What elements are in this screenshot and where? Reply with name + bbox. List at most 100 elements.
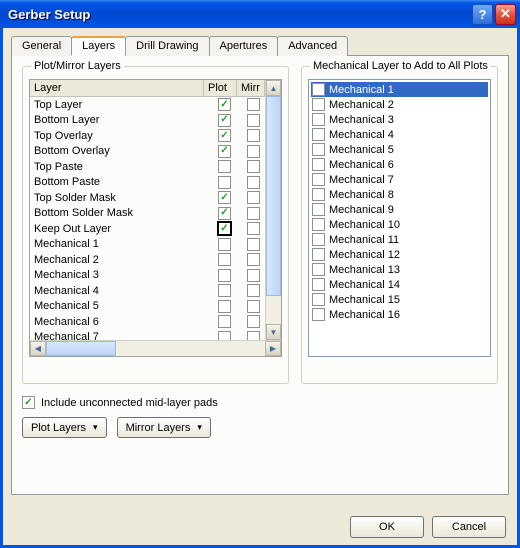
plot-checkbox[interactable]	[218, 253, 231, 266]
mechanical-checkbox[interactable]	[312, 293, 325, 306]
header-layer[interactable]: Layer	[30, 80, 204, 96]
table-row[interactable]: Mechanical 7	[30, 330, 265, 341]
mechanical-checkbox[interactable]	[312, 128, 325, 141]
plot-checkbox[interactable]	[218, 300, 231, 313]
list-item[interactable]: Mechanical 4	[311, 127, 488, 142]
mechanical-checkbox[interactable]	[312, 113, 325, 126]
list-item[interactable]: Mechanical 3	[311, 112, 488, 127]
list-item[interactable]: Mechanical 1	[311, 82, 488, 97]
mechanical-checkbox[interactable]	[312, 233, 325, 246]
plot-checkbox[interactable]	[218, 238, 231, 251]
mirror-checkbox[interactable]	[247, 300, 260, 313]
table-row[interactable]: Mechanical 6	[30, 314, 265, 330]
mechanical-checkbox[interactable]	[312, 143, 325, 156]
mirror-checkbox[interactable]	[247, 331, 260, 340]
plot-checkbox[interactable]	[218, 284, 231, 297]
list-item[interactable]: Mechanical 15	[311, 292, 488, 307]
list-item[interactable]: Mechanical 10	[311, 217, 488, 232]
mirror-checkbox[interactable]	[247, 160, 260, 173]
mirror-checkbox[interactable]	[247, 114, 260, 127]
hscroll-thumb[interactable]	[46, 341, 116, 356]
hscroll-track[interactable]	[116, 341, 265, 356]
mirror-checkbox[interactable]	[247, 253, 260, 266]
plot-checkbox[interactable]	[218, 145, 231, 158]
mechanical-checkbox[interactable]	[312, 158, 325, 171]
table-row[interactable]: Mechanical 3	[30, 268, 265, 284]
vertical-scrollbar[interactable]: ▲ ▼	[265, 80, 281, 340]
mirror-checkbox[interactable]	[247, 284, 260, 297]
table-row[interactable]: Keep Out Layer	[30, 221, 265, 237]
list-item[interactable]: Mechanical 7	[311, 172, 488, 187]
list-item[interactable]: Mechanical 9	[311, 202, 488, 217]
mirror-checkbox[interactable]	[247, 207, 260, 220]
plot-checkbox[interactable]	[218, 269, 231, 282]
mechanical-checkbox[interactable]	[312, 278, 325, 291]
mechanical-checkbox[interactable]	[312, 218, 325, 231]
mechanical-listbox[interactable]: Mechanical 1Mechanical 2Mechanical 3Mech…	[308, 79, 491, 357]
scroll-up-icon[interactable]: ▲	[266, 80, 281, 96]
help-button[interactable]: ?	[472, 4, 493, 25]
plot-checkbox[interactable]	[218, 222, 231, 235]
table-row[interactable]: Top Overlay	[30, 128, 265, 144]
horizontal-scrollbar[interactable]: ◀ ▶	[30, 340, 281, 356]
list-item[interactable]: Mechanical 12	[311, 247, 488, 262]
mechanical-checkbox[interactable]	[312, 308, 325, 321]
list-item[interactable]: Mechanical 8	[311, 187, 488, 202]
tab-general[interactable]: General	[11, 36, 72, 56]
tab-apertures[interactable]: Apertures	[209, 36, 279, 56]
mirror-checkbox[interactable]	[247, 98, 260, 111]
mirror-checkbox[interactable]	[247, 176, 260, 189]
plot-checkbox[interactable]	[218, 129, 231, 142]
table-row[interactable]: Bottom Solder Mask	[30, 206, 265, 222]
plot-checkbox[interactable]	[218, 98, 231, 111]
plot-layers-dropdown[interactable]: Plot Layers	[22, 417, 107, 438]
scroll-right-icon[interactable]: ▶	[265, 341, 281, 356]
scroll-down-icon[interactable]: ▼	[266, 324, 281, 340]
ok-button[interactable]: OK	[350, 516, 424, 538]
include-unconnected-checkbox[interactable]	[22, 396, 35, 409]
mirror-checkbox[interactable]	[247, 269, 260, 282]
table-row[interactable]: Mechanical 5	[30, 299, 265, 315]
mechanical-checkbox[interactable]	[312, 173, 325, 186]
table-row[interactable]: Top Layer	[30, 97, 265, 113]
cancel-button[interactable]: Cancel	[432, 516, 506, 538]
mechanical-checkbox[interactable]	[312, 263, 325, 276]
header-mirror[interactable]: Mirr	[237, 80, 265, 96]
tab-drill-drawing[interactable]: Drill Drawing	[125, 36, 209, 56]
mechanical-checkbox[interactable]	[312, 203, 325, 216]
tab-advanced[interactable]: Advanced	[277, 36, 348, 56]
plot-checkbox[interactable]	[218, 207, 231, 220]
scroll-thumb[interactable]	[266, 96, 281, 296]
mirror-checkbox[interactable]	[247, 145, 260, 158]
table-row[interactable]: Top Solder Mask	[30, 190, 265, 206]
close-button[interactable]: ✕	[495, 4, 516, 25]
list-item[interactable]: Mechanical 16	[311, 307, 488, 322]
table-row[interactable]: Bottom Overlay	[30, 144, 265, 160]
table-row[interactable]: Top Paste	[30, 159, 265, 175]
list-item[interactable]: Mechanical 6	[311, 157, 488, 172]
plot-checkbox[interactable]	[218, 114, 231, 127]
list-item[interactable]: Mechanical 2	[311, 97, 488, 112]
mirror-checkbox[interactable]	[247, 222, 260, 235]
table-row[interactable]: Mechanical 2	[30, 252, 265, 268]
list-item[interactable]: Mechanical 13	[311, 262, 488, 277]
scroll-track[interactable]	[266, 296, 281, 324]
scroll-left-icon[interactable]: ◀	[30, 341, 46, 356]
table-row[interactable]: Bottom Paste	[30, 175, 265, 191]
list-item[interactable]: Mechanical 5	[311, 142, 488, 157]
plot-checkbox[interactable]	[218, 315, 231, 328]
mechanical-checkbox[interactable]	[312, 98, 325, 111]
mirror-checkbox[interactable]	[247, 315, 260, 328]
list-item[interactable]: Mechanical 14	[311, 277, 488, 292]
plot-checkbox[interactable]	[218, 176, 231, 189]
mirror-checkbox[interactable]	[247, 191, 260, 204]
plot-checkbox[interactable]	[218, 331, 231, 340]
mirror-layers-dropdown[interactable]: Mirror Layers	[117, 417, 211, 438]
table-row[interactable]: Bottom Layer	[30, 113, 265, 129]
list-item[interactable]: Mechanical 11	[311, 232, 488, 247]
table-row[interactable]: Mechanical 1	[30, 237, 265, 253]
plot-checkbox[interactable]	[218, 191, 231, 204]
mechanical-checkbox[interactable]	[312, 83, 325, 96]
mechanical-checkbox[interactable]	[312, 188, 325, 201]
header-plot[interactable]: Plot	[204, 80, 237, 96]
